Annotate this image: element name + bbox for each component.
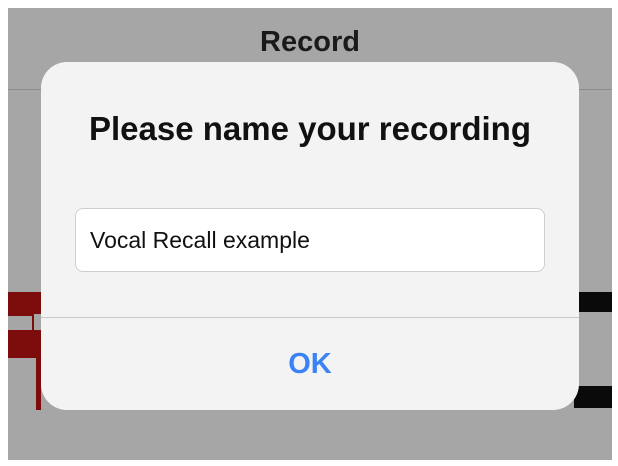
recording-name-input[interactable] [75, 208, 545, 272]
app-screen: Record Please name your recording OK [8, 8, 612, 460]
background-black-bar [574, 386, 612, 408]
ok-button[interactable]: OK [41, 318, 579, 410]
name-recording-dialog: Please name your recording OK [41, 62, 579, 410]
dialog-title: Please name your recording [88, 110, 531, 147]
background-red-bar [8, 314, 34, 330]
nav-title: Record [260, 26, 360, 58]
background-black-bar [574, 292, 612, 312]
